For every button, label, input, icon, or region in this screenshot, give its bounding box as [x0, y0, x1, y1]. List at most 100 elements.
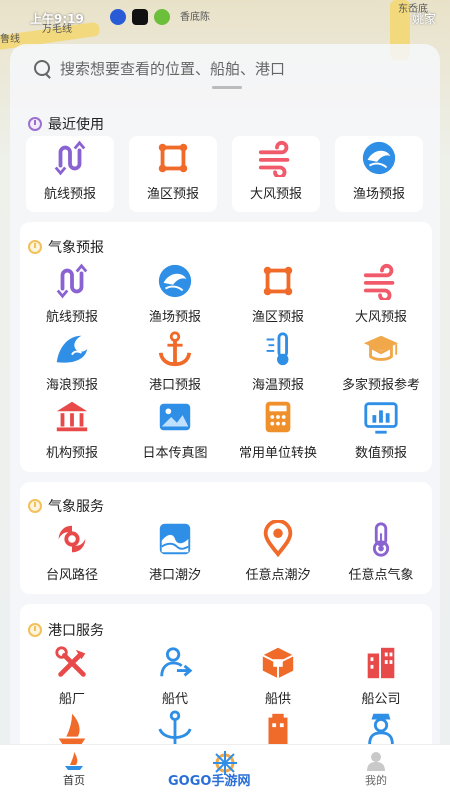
anchor-icon: [158, 710, 192, 745]
item-label: 常用单位转换: [238, 446, 317, 461]
forecast-item-fishing-zone[interactable]: 渔区预报: [228, 262, 328, 325]
fishing-zone-icon: [263, 266, 293, 296]
building-icon: [268, 713, 288, 745]
graduation-cap-icon: [363, 335, 399, 361]
item-label: 日本传真图: [142, 446, 208, 461]
sailboat-home-icon: [65, 752, 83, 770]
officer-icon: [368, 713, 394, 745]
port-item-anchor[interactable]: [125, 710, 225, 748]
recent-item-fishing-zone[interactable]: 渔区预报: [129, 136, 217, 212]
recent-item-wind[interactable]: 大风预报: [232, 136, 320, 212]
forecast-item-sea-temp[interactable]: 海温预报: [228, 330, 328, 393]
clock-icon: [28, 499, 42, 513]
company-building-icon: [367, 647, 395, 679]
forecast-item-fish[interactable]: 渔场预报: [125, 262, 225, 325]
thermometer-icon: [266, 332, 289, 366]
section-title: 气象预报: [48, 240, 104, 256]
item-label: 海温预报: [251, 378, 304, 393]
forecast-item-port[interactable]: 港口预报: [125, 330, 225, 393]
port-item-building[interactable]: [228, 710, 328, 748]
forecast-item-unit-convert[interactable]: 常用单位转换: [228, 398, 328, 461]
port-item-supply[interactable]: 船供: [228, 644, 328, 707]
port-item-shipyard[interactable]: 船厂: [22, 644, 122, 707]
clock-icon: [28, 623, 42, 637]
search-icon: [34, 60, 50, 76]
app-notification-icon: [154, 9, 170, 25]
port-item-officer[interactable]: [331, 710, 431, 748]
recent-item-label: 渔区预报: [146, 187, 199, 202]
status-bar: 上午9:19 姚家: [0, 0, 450, 36]
tab-label: 首页: [63, 774, 85, 787]
status-time: 上午9:19: [30, 12, 84, 26]
forecast-item-wave[interactable]: 海浪预报: [22, 330, 122, 393]
item-label: 海浪预报: [45, 378, 98, 393]
drag-handle[interactable]: [212, 86, 242, 89]
fish-icon: [362, 141, 396, 175]
route-icon: [54, 140, 86, 176]
item-label: 任意点潮汐: [245, 568, 311, 583]
item-label: 船厂: [58, 692, 85, 707]
section-title: 气象服务: [48, 499, 104, 515]
calculator-icon: [265, 401, 291, 433]
route-icon: [56, 263, 88, 299]
recent-section-title: 最近使用: [28, 114, 104, 134]
clock-icon: [28, 117, 42, 131]
agent-icon: [160, 647, 193, 677]
forecast-item-japan-fax[interactable]: 日本传真图: [125, 398, 225, 461]
forecast-item-institution[interactable]: 机构预报: [22, 398, 122, 461]
watermark-logo: GOGO手游网: [168, 773, 251, 789]
forecast-item-route[interactable]: 航线预报: [22, 262, 122, 325]
institution-icon: [56, 401, 88, 432]
tab-mine[interactable]: 我的: [346, 750, 406, 788]
recent-item-route[interactable]: 航线预报: [26, 136, 114, 212]
recent-item-label: 航线预报: [43, 187, 96, 202]
tab-label: 我的: [365, 774, 387, 787]
item-label: 多家预报参考: [341, 378, 420, 393]
item-label: 船代: [161, 692, 188, 707]
status-right-text: 姚家: [411, 12, 436, 26]
typhoon-icon: [58, 525, 86, 553]
tab-home[interactable]: 首页: [44, 750, 104, 788]
service-item-point-tide[interactable]: 任意点潮汐: [228, 520, 328, 583]
port-item-sailboat[interactable]: [22, 710, 122, 748]
forecast-item-multi-reference[interactable]: 多家预报参考: [331, 330, 431, 393]
item-label: 渔场预报: [148, 310, 201, 325]
thermometer-icon: [372, 522, 390, 557]
search-placeholder: 搜索想要查看的位置、船舶、港口: [60, 59, 286, 78]
service-item-point-weather[interactable]: 任意点气象: [331, 520, 431, 583]
tools-icon: [55, 646, 86, 677]
forecast-item-wind[interactable]: 大风预报: [331, 262, 431, 325]
sailboat-icon: [58, 713, 86, 745]
port-item-company[interactable]: 船公司: [331, 644, 431, 707]
recent-item-label: 渔场预报: [352, 187, 405, 202]
item-label: 港口预报: [148, 378, 201, 393]
service-item-port-tide[interactable]: 港口潮汐: [125, 520, 225, 583]
anchor-icon: [158, 331, 192, 367]
search-bar[interactable]: 搜索想要查看的位置、船舶、港口: [20, 52, 430, 84]
recent-item-fish[interactable]: 渔场预报: [335, 136, 423, 212]
port-service-title: 港口服务: [28, 620, 104, 640]
supply-box-icon: [262, 647, 294, 679]
section-title: 最近使用: [48, 117, 104, 133]
monitor-chart-icon: [364, 402, 398, 434]
weather-forecast-title: 气象预报: [28, 237, 104, 257]
item-label: 渔区预报: [251, 310, 304, 325]
service-item-typhoon[interactable]: 台风路径: [22, 520, 122, 583]
port-item-agent[interactable]: 船代: [125, 644, 225, 707]
location-pin-icon: [263, 520, 293, 558]
image-icon: [159, 403, 191, 431]
item-label: 任意点气象: [348, 568, 414, 583]
user-icon: [367, 752, 385, 771]
item-label: 航线预报: [45, 310, 98, 325]
forecast-item-numeric[interactable]: 数值预报: [331, 398, 431, 461]
weather-service-title: 气象服务: [28, 496, 104, 516]
item-label: 船供: [264, 692, 291, 707]
item-label: 港口潮汐: [148, 568, 201, 583]
fish-icon: [158, 264, 192, 298]
wind-icon: [363, 263, 395, 300]
clock-icon: [28, 240, 42, 254]
item-label: 台风路径: [45, 568, 98, 583]
item-label: 船公司: [361, 692, 401, 707]
tide-icon: [159, 523, 191, 555]
app-notification-icon: [132, 9, 148, 25]
